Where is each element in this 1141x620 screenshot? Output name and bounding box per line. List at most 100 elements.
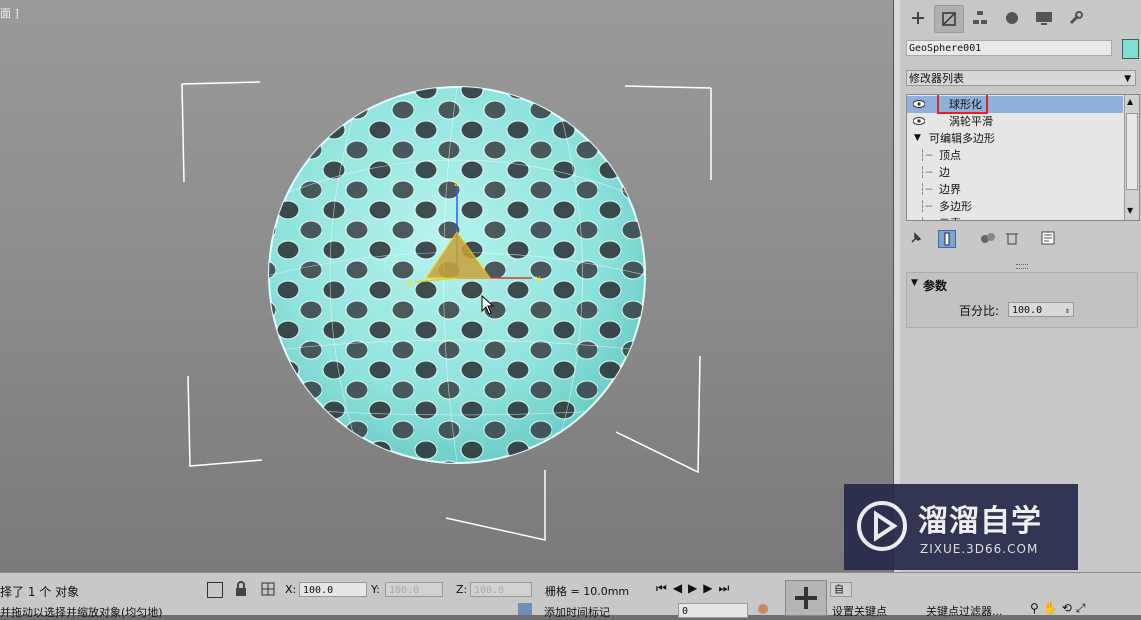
next-frame-icon[interactable]: ▶ (703, 581, 718, 595)
watermark-subtitle: ZIXUE.3D66.COM (920, 542, 1039, 556)
absolute-mode-icon[interactable] (261, 582, 275, 596)
percent-value: 100.0 (1012, 305, 1043, 316)
maximize-viewport-icon[interactable]: ⤢ (1076, 601, 1090, 615)
configure-modifier-sets-icon[interactable] (1040, 230, 1056, 246)
expand-triangle-icon[interactable]: ▼ (914, 130, 921, 147)
create-icon (912, 12, 924, 24)
stack-subitem-polygon[interactable]: ┆─ 多边形 (907, 198, 1123, 215)
utilities-icon (1069, 11, 1083, 25)
zoom-icon[interactable]: ⚲ (1030, 601, 1043, 615)
x-value: 100.0 (303, 585, 334, 596)
stack-scrollbar[interactable]: ▲ ▼ (1124, 95, 1139, 220)
stack-item-label: 顶点 (939, 149, 961, 162)
go-to-end-icon[interactable]: ⏭ (719, 581, 736, 595)
previous-frame-icon[interactable]: ◀ (673, 581, 688, 595)
scroll-up-icon[interactable]: ▲ (1127, 97, 1133, 106)
stack-item-label: 边 (939, 166, 950, 179)
current-frame-field[interactable]: 0 (678, 603, 748, 618)
spinner-arrows-icon[interactable]: ⇕ (1065, 303, 1070, 318)
y-field[interactable]: 100.0 (385, 582, 443, 597)
stack-item-label: 多边形 (939, 200, 972, 213)
key-filters-button[interactable]: 关键点过滤器... (926, 603, 1003, 619)
auto-key-button[interactable]: 自 (830, 582, 852, 597)
viewport-scene[interactable]: z x y (0, 0, 893, 572)
watermark-logo-icon (857, 501, 907, 551)
isolate-selection-icon[interactable] (207, 582, 223, 598)
modifier-stack[interactable]: 球形化 涡轮平滑 ▼ 可编辑多边形 ┆─ 顶点 ┆─ 边 ┆─ 边界 ┆─ 多边… (906, 94, 1140, 221)
object-color-swatch[interactable] (1122, 39, 1139, 59)
scroll-thumb[interactable] (1126, 113, 1138, 190)
command-panel-tabs (900, 0, 1141, 36)
display-tab[interactable] (1030, 5, 1058, 31)
z-value: 100.0 (474, 585, 505, 596)
utilities-tab[interactable] (1062, 5, 1090, 31)
stack-subitem-element[interactable]: ┆─ 元素 (907, 215, 1123, 220)
pan-hand-icon[interactable]: ✋ (1043, 601, 1062, 615)
geosphere-mesh (268, 86, 646, 464)
percent-spinner[interactable]: 100.0 ⇕ (1008, 302, 1074, 317)
mouse-cursor-icon (481, 295, 495, 315)
playback-controls: ⏮◀▶▶⏭ (656, 581, 735, 596)
prompt-hint: 并拖动以选择并缩放对象(均匀地) (0, 606, 163, 619)
hierarchy-icon (973, 11, 987, 24)
stack-toolbar (906, 228, 1138, 248)
stack-item-label: 涡轮平滑 (949, 115, 993, 128)
modify-tab[interactable] (934, 5, 964, 33)
chevron-down-icon: ▼ (1124, 74, 1131, 84)
stack-item-editable-poly[interactable]: ▼ 可编辑多边形 (907, 130, 1123, 147)
eye-icon[interactable] (913, 117, 925, 125)
z-field[interactable]: 100.0 (470, 582, 532, 597)
selection-status: 择了 1 个 对象 (0, 585, 80, 599)
pin-stack-icon[interactable] (908, 230, 924, 246)
auto-key-label: 自 (834, 585, 844, 596)
rollout-title[interactable]: 参数 (923, 277, 947, 294)
modifier-list-label: 修改器列表 (909, 72, 964, 85)
stack-subitem-border[interactable]: ┆─ 边界 (907, 181, 1123, 198)
set-key-label[interactable]: 设置关键点 (832, 603, 887, 619)
trash-icon[interactable] (1004, 230, 1020, 246)
perspective-viewport[interactable]: 面 ] z x y (0, 0, 893, 572)
y-label: Y: (371, 583, 380, 596)
hierarchy-tab[interactable] (966, 5, 994, 31)
svg-text:z: z (454, 178, 459, 189)
key-plus-icon (795, 587, 817, 609)
watermark-title: 溜溜自学 (918, 504, 1042, 539)
eye-icon[interactable] (913, 100, 925, 108)
scroll-down-icon[interactable]: ▼ (1127, 206, 1133, 215)
stack-item-turbosmooth[interactable]: 涡轮平滑 (907, 113, 1123, 130)
collapse-triangle-icon[interactable]: ▼ (911, 278, 918, 288)
object-name-field[interactable]: GeoSphere001 (906, 40, 1112, 56)
watermark: 溜溜自学 ZIXUE.3D66.COM (844, 484, 1078, 570)
modify-icon (942, 12, 956, 26)
percent-label: 百分比: (959, 304, 1000, 318)
time-config-icon[interactable] (757, 603, 769, 615)
lock-icon[interactable] (235, 581, 247, 597)
display-icon (1036, 12, 1052, 25)
highlight-box (937, 95, 988, 114)
show-end-result-icon[interactable] (938, 230, 956, 248)
motion-tab[interactable] (998, 5, 1026, 31)
stack-item-label: 可编辑多边形 (929, 132, 995, 145)
make-unique-icon[interactable] (980, 230, 996, 246)
stack-item-label: 元素 (939, 215, 961, 220)
stack-subitem-vertex[interactable]: ┆─ 顶点 (907, 147, 1123, 164)
time-tag-icon[interactable] (518, 603, 532, 615)
orbit-icon[interactable]: ⟲ (1062, 601, 1076, 615)
z-label: Z: (456, 583, 468, 596)
modifier-list-dropdown[interactable]: 修改器列表 ▼ (906, 70, 1136, 86)
set-key-big-button[interactable] (785, 580, 827, 616)
y-value: 100.0 (389, 585, 420, 596)
frame-value: 0 (682, 606, 689, 617)
motion-icon (1006, 12, 1018, 24)
x-label: X: (285, 583, 297, 596)
add-time-tag[interactable]: 添加时间标记 (544, 604, 610, 620)
go-to-start-icon[interactable]: ⏮ (656, 581, 673, 595)
create-tab[interactable] (904, 5, 932, 31)
play-icon[interactable]: ▶ (688, 581, 703, 595)
stack-item-label: 边界 (939, 183, 961, 196)
stack-subitem-edge[interactable]: ┆─ 边 (907, 164, 1123, 181)
panel-grip[interactable] (1016, 264, 1028, 269)
grid-size: 栅格 = 10.0mm (545, 585, 630, 598)
parameters-rollout: ▼ 参数 百分比: 100.0 ⇕ (906, 272, 1138, 328)
x-field[interactable]: 100.0 (299, 582, 367, 597)
